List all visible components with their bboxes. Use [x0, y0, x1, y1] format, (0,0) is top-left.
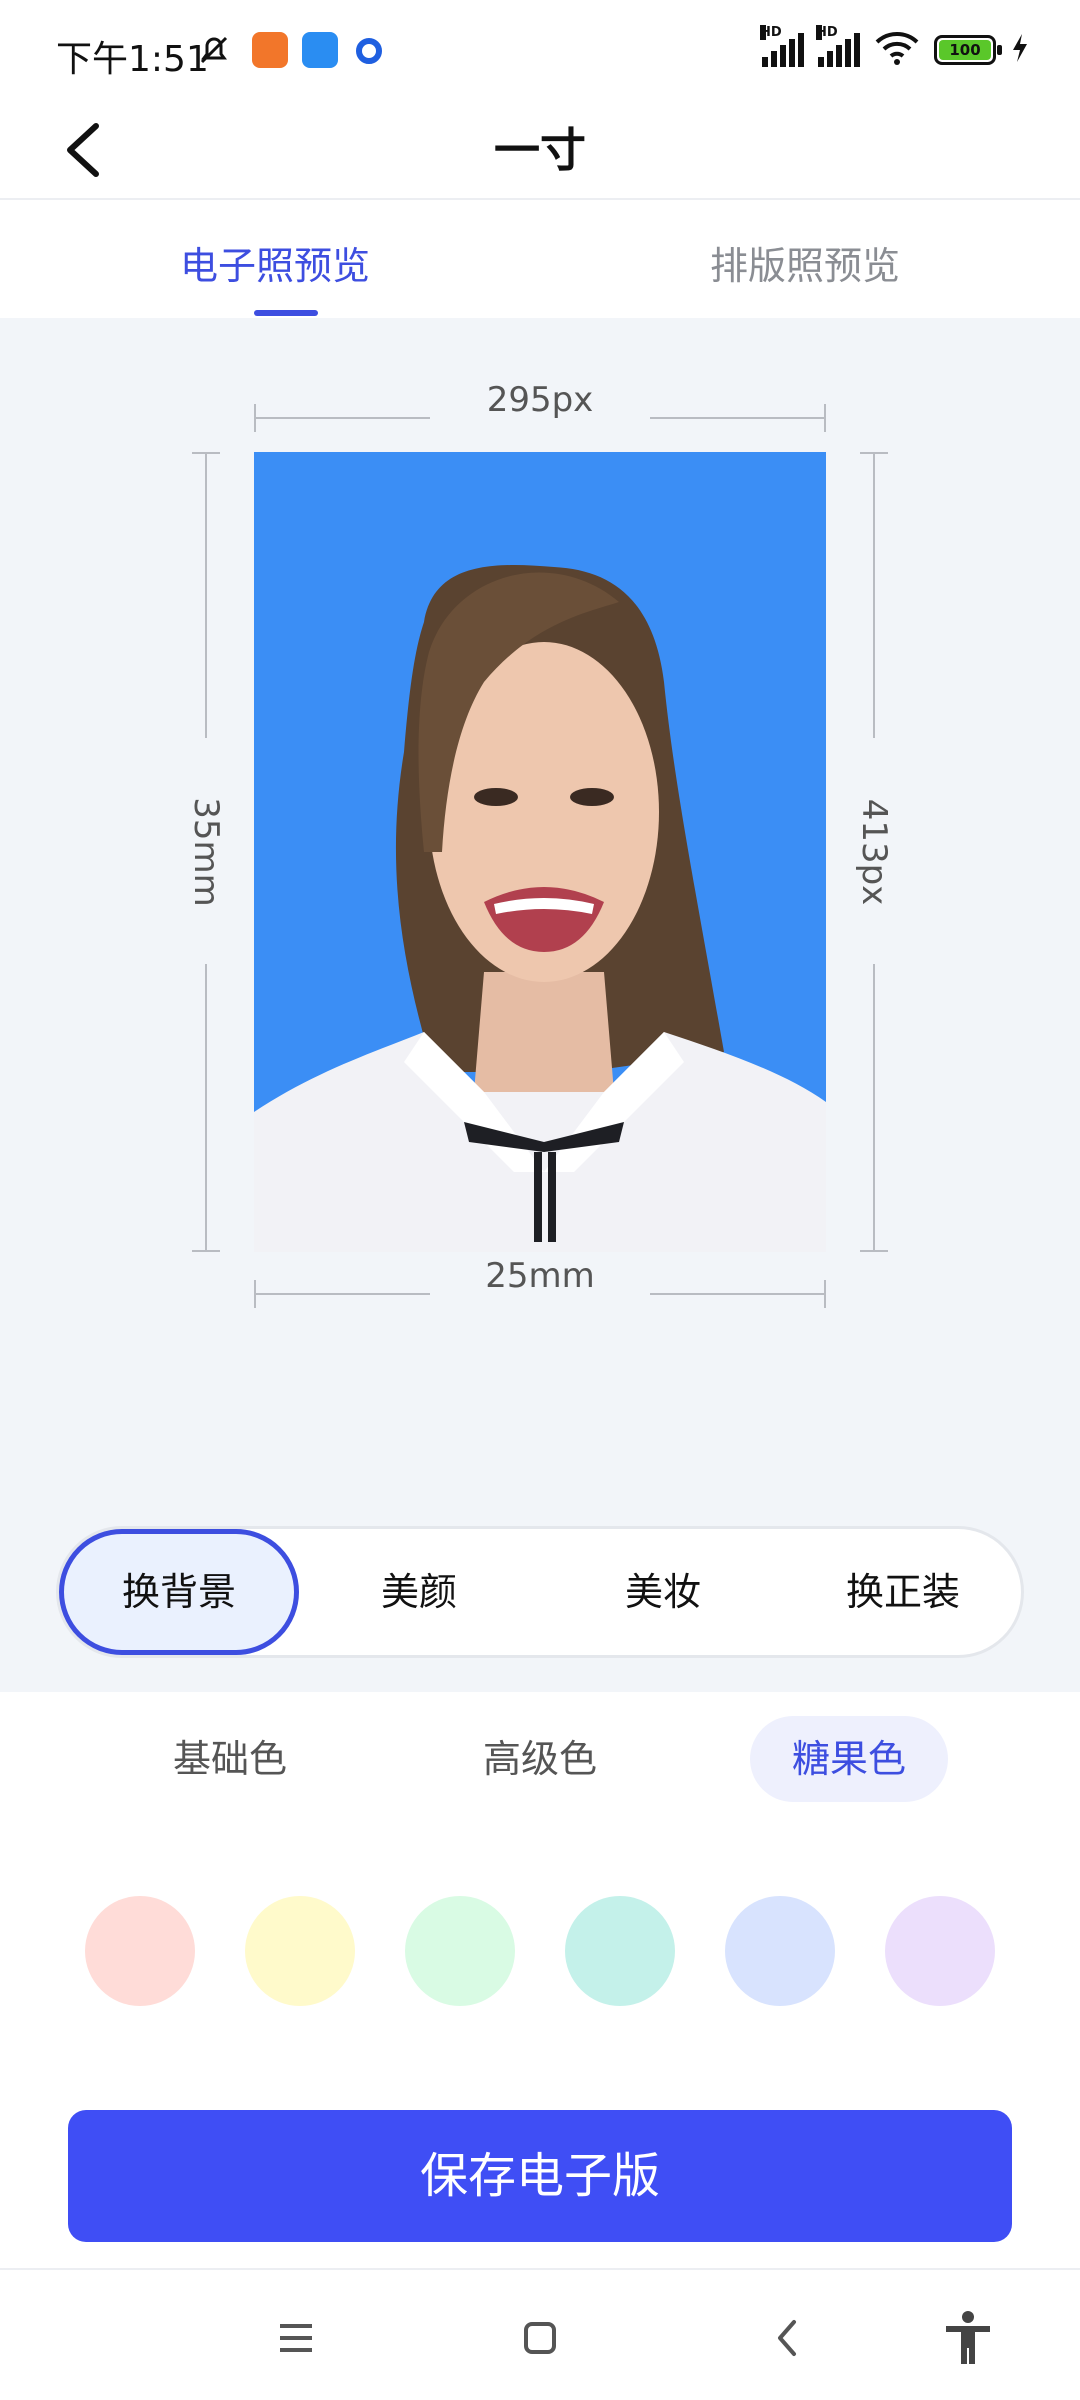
dimension-line: [824, 404, 826, 432]
dimension-line: [205, 452, 207, 738]
color-swatch[interactable]: [725, 1896, 835, 2006]
preview-tabs: 电子照预览 排版照预览: [0, 202, 1080, 318]
color-swatch[interactable]: [405, 1896, 515, 2006]
color-swatch[interactable]: [885, 1896, 995, 2006]
app-notification-icon: [356, 38, 382, 64]
color-swatch[interactable]: [85, 1896, 195, 2006]
accessibility-icon[interactable]: [938, 2308, 998, 2368]
charging-icon: [1010, 32, 1030, 68]
dimension-line: [860, 1250, 888, 1252]
tab-layout-preview[interactable]: 排版照预览: [710, 244, 900, 288]
category-candy-colors[interactable]: 糖果色: [750, 1716, 948, 1802]
id-photo: [254, 452, 826, 1252]
dimension-line: [824, 1280, 826, 1308]
segment-change-background[interactable]: 换背景: [59, 1529, 299, 1655]
dimension-line: [873, 452, 875, 738]
color-swatches: [0, 1896, 1080, 2006]
width-px-label: 295px: [486, 380, 594, 420]
height-px-label: 413px: [854, 798, 894, 906]
segment-formal-wear[interactable]: 换正装: [783, 1529, 1023, 1655]
wifi-icon: [874, 30, 920, 70]
color-swatch[interactable]: [245, 1896, 355, 2006]
dimension-line: [650, 1293, 826, 1295]
battery-level: 100: [939, 40, 991, 60]
signal-icon: HD: [760, 25, 804, 67]
dimension-line: [873, 964, 875, 1252]
app-header: 一寸: [0, 100, 1080, 200]
signal-icon: HD: [816, 25, 860, 67]
segment-makeup[interactable]: 美妆: [543, 1529, 783, 1655]
segment-beauty[interactable]: 美颜: [299, 1529, 539, 1655]
status-bar: 下午1:51 HD HD 100: [0, 0, 1080, 100]
category-basic-colors[interactable]: 基础色: [150, 1716, 310, 1802]
edit-mode-segment: 换背景 美颜 美妆 换正装: [56, 1526, 1024, 1658]
dimension-line: [254, 417, 430, 419]
dimension-line: [205, 964, 207, 1252]
app-notification-icon: [252, 32, 288, 68]
width-mm-label: 25mm: [485, 1256, 595, 1296]
status-right-icons: HD HD 100: [760, 25, 1030, 70]
system-nav-bar: [0, 2268, 1080, 2400]
page-title: 一寸: [494, 123, 586, 177]
tab-indicator: [254, 310, 318, 316]
app-notification-icon: [302, 32, 338, 68]
dimension-line: [254, 1293, 430, 1295]
battery-icon: 100: [934, 35, 1002, 65]
save-electronic-button[interactable]: 保存电子版: [68, 2110, 1012, 2242]
dimension-line: [650, 417, 826, 419]
color-category-tabs: 基础色 高级色 糖果色: [0, 1692, 1080, 1822]
portrait-image: [254, 565, 826, 1252]
category-premium-colors[interactable]: 高级色: [460, 1716, 620, 1802]
mute-icon: [196, 32, 232, 68]
status-time: 下午1:51: [56, 39, 209, 80]
tab-electronic-preview[interactable]: 电子照预览: [180, 244, 370, 288]
dimension-line: [192, 1250, 220, 1252]
height-mm-label: 35mm: [186, 797, 226, 907]
menu-icon[interactable]: [268, 2310, 324, 2366]
color-swatch[interactable]: [565, 1896, 675, 2006]
back-nav-icon[interactable]: [760, 2310, 816, 2366]
photo-preview-area: 295px 35mm 413px 25mm: [0, 318, 1080, 1692]
home-icon[interactable]: [512, 2310, 568, 2366]
